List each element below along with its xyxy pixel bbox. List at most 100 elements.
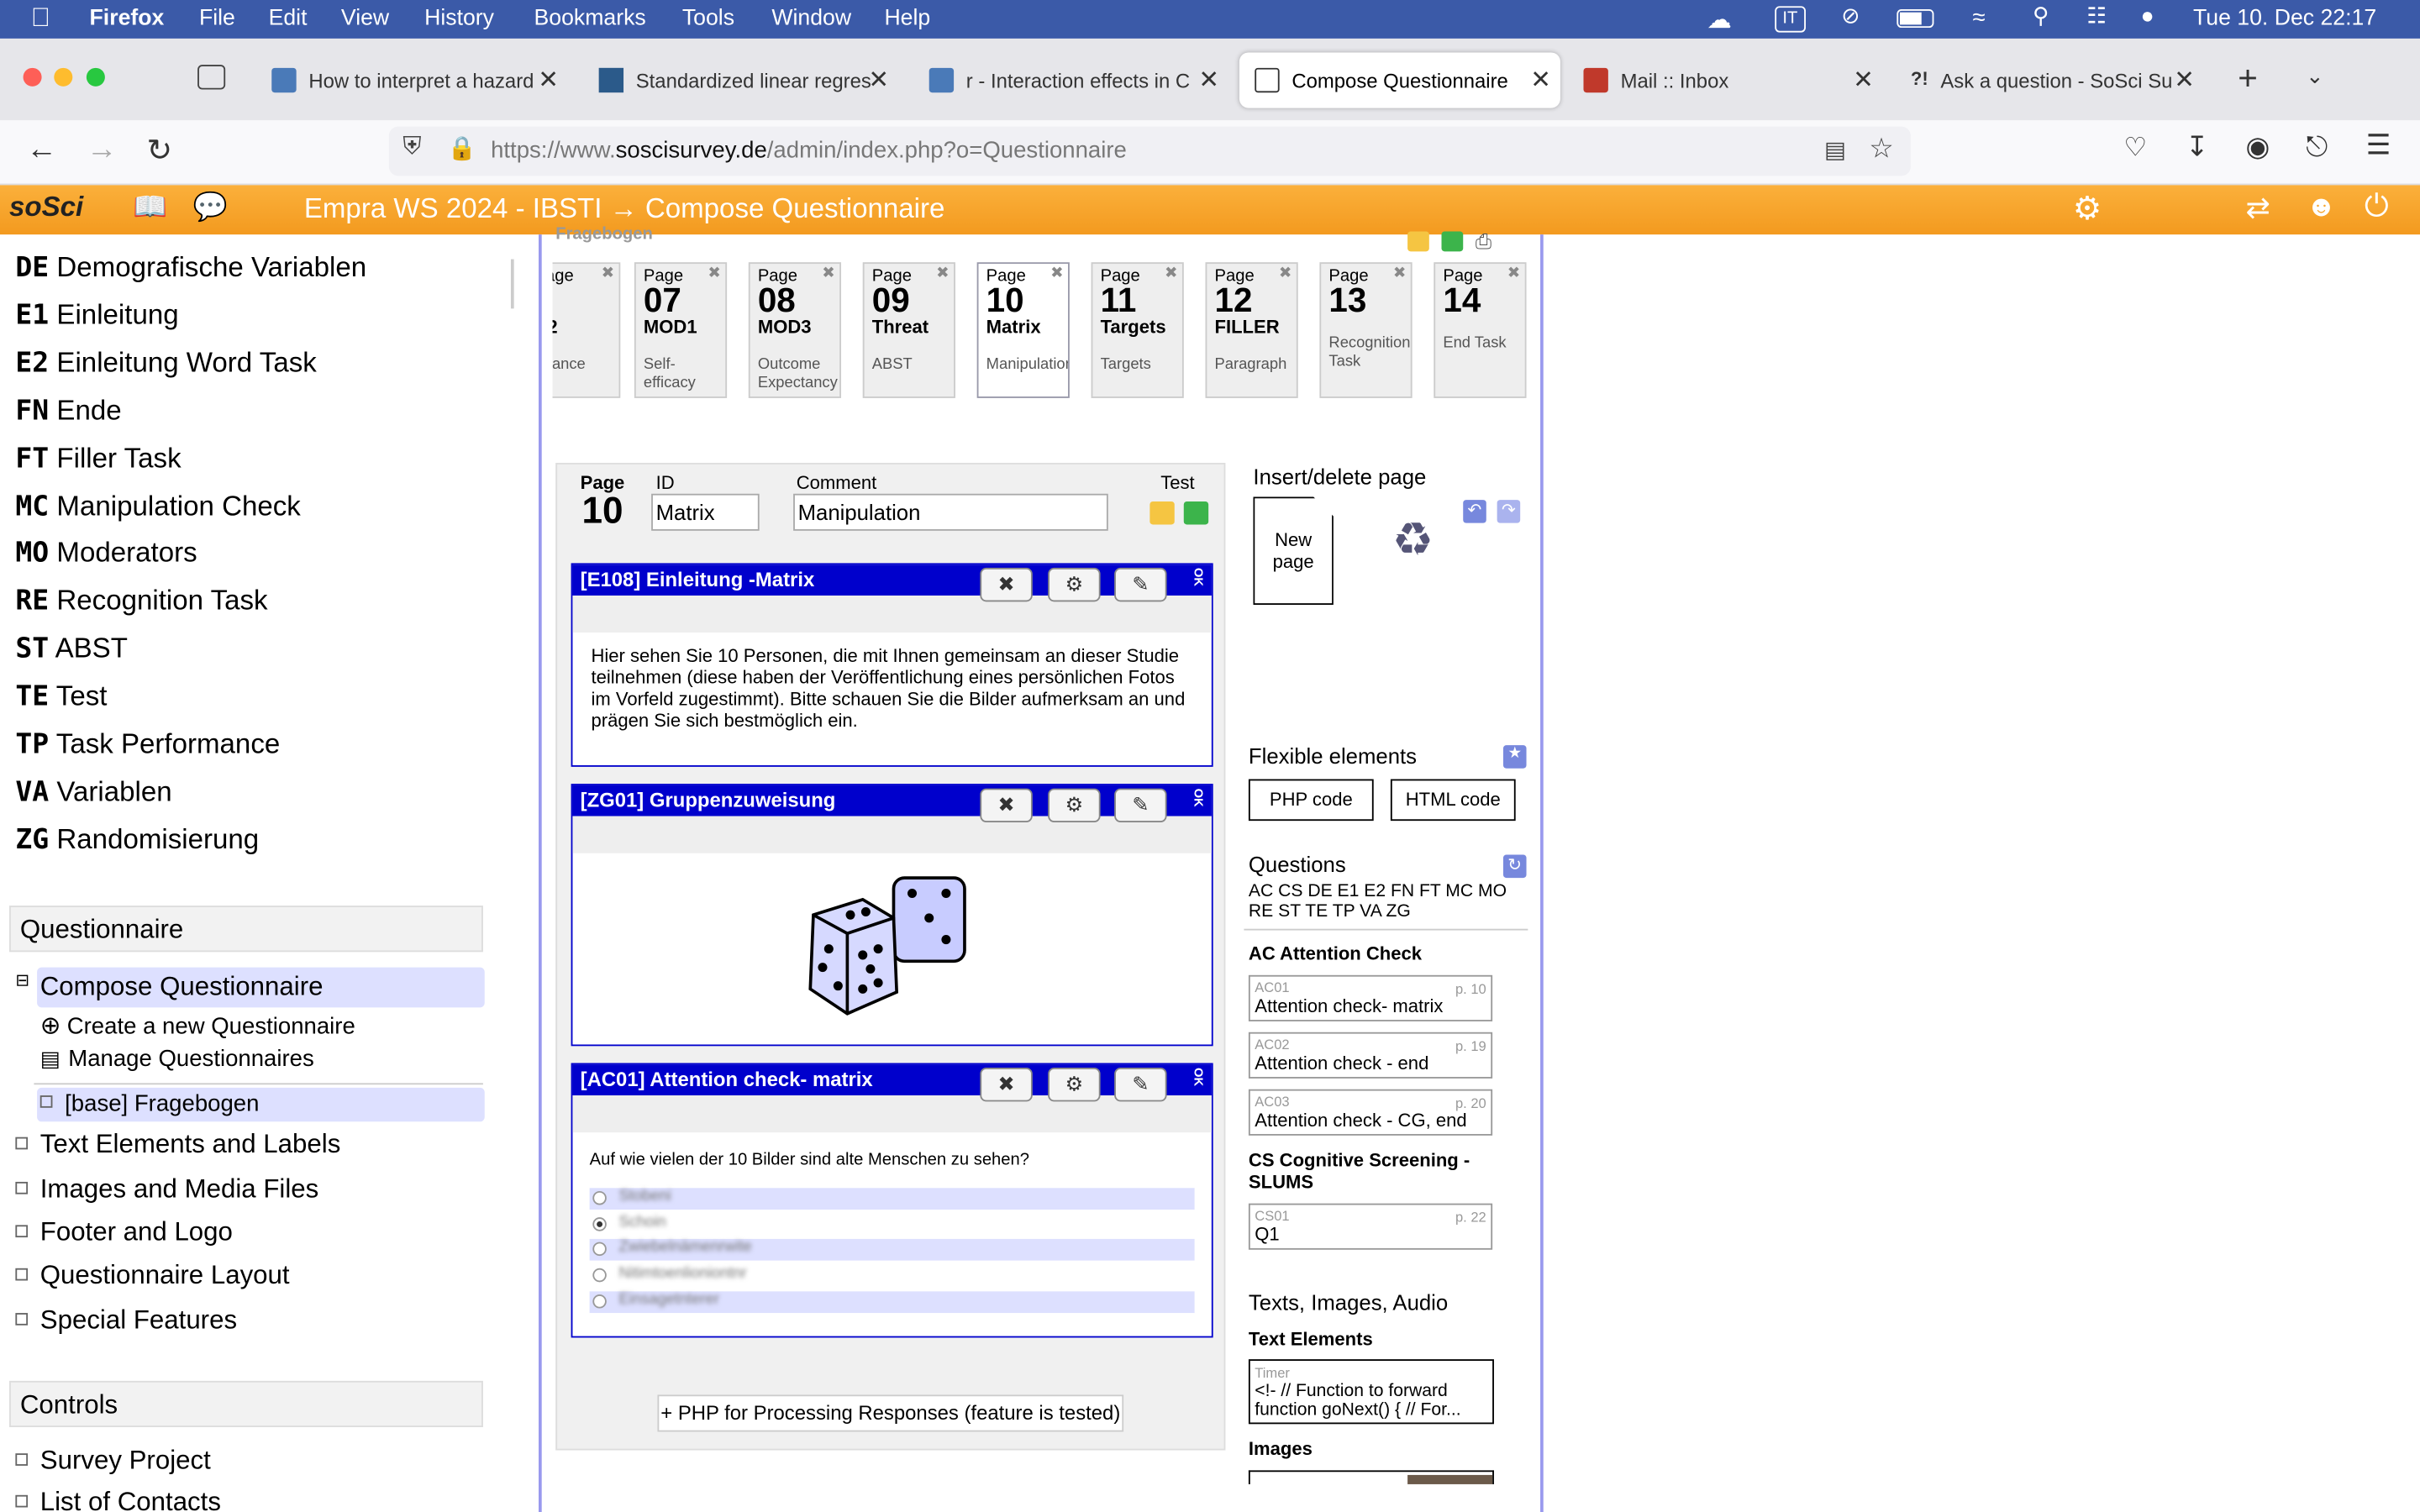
answer-option[interactable]: Schoin — [590, 1214, 1195, 1236]
php-code-button[interactable]: PHP code — [1248, 779, 1374, 822]
reload-icon[interactable]: ↻ — [146, 131, 172, 170]
close-window-button[interactable] — [23, 67, 42, 87]
question-item-ac01[interactable]: AC01 p. 10 Attention check- matrix — [1248, 974, 1493, 1021]
lock-icon[interactable]: 🔒 — [448, 134, 476, 162]
new-page-button[interactable]: New page — [1253, 496, 1334, 605]
downloads-icon[interactable]: ↧ — [2186, 131, 2209, 164]
hamburger-menu-icon[interactable]: ☰ — [2366, 129, 2391, 162]
menu-file[interactable]: File — [199, 6, 235, 30]
menu-help[interactable]: Help — [884, 6, 930, 30]
radio-button[interactable] — [592, 1190, 607, 1205]
account-icon[interactable]: ◉ — [2245, 131, 2270, 164]
text-element-timer[interactable]: Timer <!- // Function to forward functio… — [1248, 1359, 1494, 1425]
battery-icon[interactable] — [1897, 9, 1934, 29]
answer-option[interactable]: Nitimtoenlioniontnr — [590, 1265, 1195, 1287]
radio-button[interactable] — [592, 1294, 607, 1309]
page-tab-14[interactable]: Page 14 End Task ✖ — [1434, 262, 1527, 398]
menu-bookmarks[interactable]: Bookmarks — [534, 6, 646, 30]
close-tab-icon[interactable]: ✕ — [1198, 65, 1219, 96]
logout-power-icon[interactable]: ⏻ — [2365, 190, 2389, 225]
page-comment-input[interactable] — [793, 493, 1108, 531]
sidebar-group-mo[interactable]: MO Moderators — [15, 538, 197, 570]
menu-app-name[interactable]: Firefox — [90, 6, 165, 30]
shield-icon[interactable]: ⛨ — [402, 134, 421, 162]
user-account-icon[interactable]: ☻ — [2306, 192, 2337, 225]
sidebar-group-e2[interactable]: E2 Einleitung Word Task — [15, 347, 316, 380]
sidebar-group-fn[interactable]: FN Ende — [15, 395, 121, 428]
sidebar-group-re[interactable]: RE Recognition Task — [15, 585, 267, 618]
menu-tools[interactable]: Tools — [682, 6, 734, 30]
sidebar-group-e1[interactable]: E1 Einleitung — [15, 299, 178, 332]
tab-hazard[interactable]: How to interpret a hazard ✕ — [262, 52, 568, 108]
redo-icon[interactable]: ↷ — [1497, 500, 1521, 523]
edit-icon[interactable]: ✎ — [1114, 567, 1167, 602]
reader-view-icon[interactable]: ▤ — [1824, 136, 1846, 163]
cloud-icon[interactable]: ☁ — [1707, 5, 1731, 36]
close-tab-icon[interactable]: ✕ — [538, 65, 559, 96]
sidebar-footer-logo[interactable]: Footer and Logo — [15, 1217, 233, 1248]
firefox-view-icon[interactable] — [197, 65, 226, 90]
sidebar-group-tp[interactable]: TP Task Performance — [15, 728, 280, 761]
address-bar[interactable]: ⛨ 🔒 https://www.soscisurvey.de/admin/ind… — [388, 126, 1911, 176]
sidebar-group-ft[interactable]: FT Filler Task — [15, 442, 181, 475]
manual-book-icon[interactable]: 📖 — [133, 192, 167, 224]
close-page-icon[interactable]: ✖ — [1507, 265, 1520, 282]
close-icon[interactable]: ✖ — [980, 1068, 1033, 1102]
new-tab-icon[interactable]: + — [2238, 59, 2258, 99]
refresh-icon[interactable]: ↻ — [1502, 854, 1527, 879]
close-tab-icon[interactable]: ✕ — [868, 65, 889, 96]
list-tabs-chevron-down-icon[interactable]: ⌄ — [2306, 63, 2324, 89]
ok-icon[interactable]: OK — [1192, 568, 1206, 586]
ok-icon[interactable]: OK — [1192, 1068, 1206, 1086]
extensions-icon[interactable]: ⎋ — [2306, 131, 2328, 164]
close-page-icon[interactable]: ✖ — [602, 265, 614, 282]
page-tab-11[interactable]: Page 11 Targets Targets ✖ — [1091, 262, 1184, 398]
sidebar-group-de[interactable]: DE Demografische Variablen — [15, 251, 366, 284]
page-id-input[interactable] — [651, 493, 760, 531]
question-item-ac03[interactable]: AC03 p. 20 Attention check - CG, end — [1248, 1089, 1493, 1136]
back-arrow-icon[interactable]: ← — [26, 133, 57, 168]
sidebar-list-of-contacts[interactable]: List of Contacts — [15, 1488, 221, 1512]
sidebar-resize-handle[interactable] — [510, 259, 514, 309]
menu-edit[interactable]: Edit — [269, 6, 308, 30]
sidebar-group-te[interactable]: TE Test — [15, 680, 107, 713]
sidebar-group-st[interactable]: ST ABST — [15, 633, 128, 665]
support-chat-icon[interactable]: 💬 — [193, 192, 228, 224]
close-icon[interactable]: ✖ — [980, 567, 1033, 602]
html-code-button[interactable]: HTML code — [1390, 779, 1516, 822]
edit-icon[interactable]: ✎ — [1114, 788, 1167, 822]
url-text[interactable]: https://www.soscisurvey.de/admin/index.p… — [491, 137, 1127, 163]
pocket-icon[interactable]: ♡ — [2123, 133, 2147, 164]
menu-view[interactable]: View — [341, 6, 389, 30]
recycle-bin-icon[interactable]: ♻ — [1392, 514, 1434, 568]
preview-play-icon[interactable] — [1407, 231, 1429, 252]
sidebar-group-zg[interactable]: ZG Randomisierung — [15, 823, 259, 856]
soscisurvey-logo[interactable]: soSci — [9, 192, 83, 224]
gear-icon[interactable]: ⚙ — [1048, 788, 1101, 822]
edit-icon[interactable]: ✎ — [1114, 1068, 1167, 1102]
menu-window[interactable]: Window — [771, 6, 851, 30]
sidebar-text-elements[interactable]: Text Elements and Labels — [15, 1129, 340, 1160]
collapse-tree-icon[interactable]: ⊟ — [15, 970, 29, 990]
wifi-icon[interactable]: ≈ — [1972, 5, 1985, 31]
switch-project-icon[interactable]: ⇄ — [2245, 192, 2270, 227]
bookmark-star-icon[interactable]: ☆ — [1869, 133, 1894, 165]
tab-ask-question[interactable]: ?! Ask a question - SoSci Su ✕ — [1902, 52, 2204, 108]
run-play-icon[interactable] — [1441, 231, 1464, 252]
minimize-window-button[interactable] — [54, 67, 73, 87]
siri-icon[interactable]: ● — [2141, 5, 2154, 29]
close-tab-icon[interactable]: ✕ — [1530, 65, 1551, 96]
forward-arrow-icon[interactable]: → — [87, 133, 118, 168]
menu-history[interactable]: History — [424, 6, 494, 30]
print-icon[interactable]: ⎙ — [1476, 230, 1491, 255]
undo-icon[interactable]: ↶ — [1463, 500, 1486, 523]
close-page-icon[interactable]: ✖ — [1050, 265, 1063, 282]
tab-compose-questionnaire[interactable]: Compose Questionnaire ✕ — [1239, 52, 1560, 108]
question-item-ac02[interactable]: AC02 p. 19 Attention check - end — [1248, 1032, 1493, 1079]
apple-icon[interactable]:  — [31, 3, 50, 34]
gear-icon[interactable]: ⚙ — [1048, 567, 1101, 602]
close-page-icon[interactable]: ✖ — [822, 265, 834, 282]
gear-icon[interactable]: ⚙ — [1048, 1068, 1101, 1102]
close-page-icon[interactable]: ✖ — [708, 265, 720, 282]
tab-regression[interactable]: Standardized linear regres ✕ — [590, 52, 898, 108]
